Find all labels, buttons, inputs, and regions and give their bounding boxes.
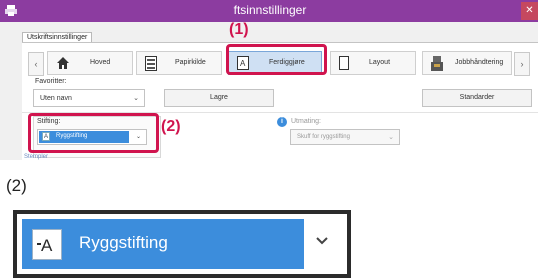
chevron-down-icon: ⌄ <box>133 95 139 102</box>
dialog-screenshot: ftsinnstillinger ✕ Utskriftsinnstillinge… <box>0 0 538 160</box>
callout-box-2 <box>28 113 159 153</box>
zoom-section-label: (2) <box>6 176 27 195</box>
save-button[interactable]: Lagre <box>164 89 274 107</box>
output-value: Skuff for ryggstifting <box>297 134 350 140</box>
close-button[interactable]: ✕ <box>521 2 538 20</box>
nav-tab-label: Layout <box>369 59 391 66</box>
chevron-right-icon: › <box>520 59 524 69</box>
zoomed-stapling-select[interactable]: A Ryggstifting <box>13 210 351 278</box>
zoomed-stapling-value: Ryggstifting <box>79 233 168 252</box>
favorites-value: Uten navn <box>40 95 72 102</box>
chevron-down-icon: ⌄ <box>388 134 394 141</box>
nav-next-button[interactable]: › <box>514 52 530 76</box>
nav-tab-label: Hoved <box>90 59 111 66</box>
nav-prev-button[interactable]: ‹ <box>28 52 44 76</box>
callout-number-1: (1) <box>229 21 249 38</box>
nav-tab-main[interactable]: Hoved <box>47 51 133 75</box>
stamp-link[interactable]: Stempler <box>24 154 48 160</box>
window-title: ftsinnstillinger <box>233 3 307 17</box>
layout-icon <box>339 56 349 70</box>
callout-number-2: (2) <box>161 118 181 135</box>
info-icon: i <box>277 117 287 127</box>
chevron-down-icon <box>316 237 328 245</box>
nav-tab-layout[interactable]: Layout <box>330 51 416 75</box>
home-icon <box>57 57 69 69</box>
callout-box-1 <box>226 44 327 75</box>
tab-print-settings[interactable]: Utskriftsinnstillinger <box>22 32 93 42</box>
output-select[interactable]: Skuff for ryggstifting ⌄ <box>290 129 400 145</box>
job-handling-icon <box>431 56 443 71</box>
nav-tab-label: Jobbhåndtering <box>455 59 504 66</box>
nav-tab-label: Papirkilde <box>175 59 206 66</box>
title-bar: ftsinnstillinger ✕ <box>0 0 538 22</box>
nav-tab-paper-source[interactable]: Papirkilde <box>136 51 222 75</box>
favorites-select[interactable]: Uten navn ⌄ <box>33 89 145 107</box>
close-icon: ✕ <box>525 5 534 16</box>
defaults-button[interactable]: Standarder <box>422 89 532 107</box>
favorites-label: Favoritter: <box>35 78 67 85</box>
staple-icon: A <box>32 229 62 260</box>
output-label: Utmating: <box>291 118 321 125</box>
paper-tray-icon <box>145 56 157 71</box>
chevron-left-icon: ‹ <box>34 59 38 69</box>
nav-tab-job-handling[interactable]: Jobbhåndtering <box>422 51 512 75</box>
zoomed-selected-option: A Ryggstifting <box>22 219 304 269</box>
svg-text:A: A <box>41 236 53 255</box>
printer-icon <box>5 5 17 16</box>
